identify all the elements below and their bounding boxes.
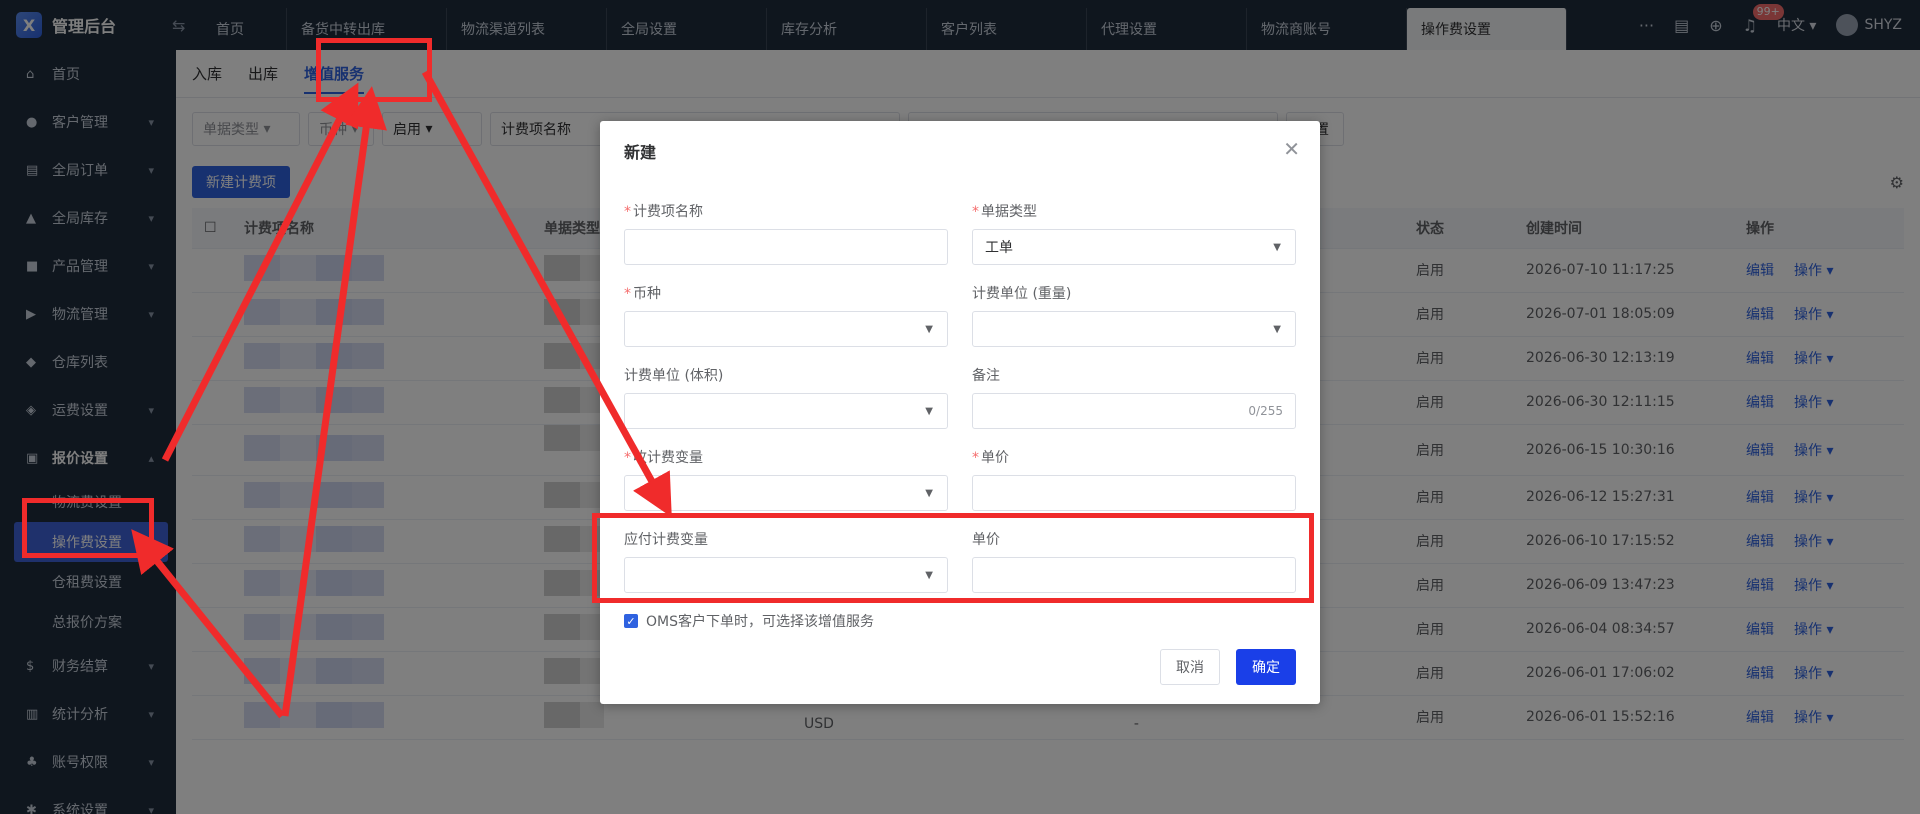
- doc-type-label-text: 单据类型: [981, 204, 1037, 220]
- volume-unit-field: 计费单位 (体积) ▼: [624, 365, 948, 429]
- receivable-var-label: * 收计费变量: [624, 447, 948, 467]
- checkbox-checked-icon[interactable]: ✓: [624, 614, 638, 628]
- receivable-var-label-text: 收计费变量: [633, 450, 703, 466]
- doc-type-select[interactable]: 工单 ▼: [972, 229, 1296, 265]
- oms-checkbox-label: OMS客户下单时，可选择该增值服务: [646, 614, 874, 630]
- fee-name-label-text: 计费项名称: [633, 204, 703, 220]
- oms-selectable-checkbox-row[interactable]: ✓ OMS客户下单时，可选择该增值服务: [624, 611, 874, 631]
- highlight-box-payable-row: [592, 513, 1314, 603]
- remark-label: 备注: [972, 368, 1000, 384]
- confirm-button[interactable]: 确定: [1236, 649, 1296, 685]
- doc-type-value: 工单: [985, 240, 1013, 256]
- char-counter: 0/255: [1248, 404, 1283, 418]
- receivable-price-label-text: 单价: [981, 450, 1009, 466]
- chevron-down-icon: ▼: [1273, 323, 1281, 335]
- chevron-down-icon: ▼: [925, 405, 933, 417]
- receivable-var-field: * 收计费变量 ▼: [624, 447, 948, 511]
- volume-unit-label: 计费单位 (体积): [624, 368, 724, 384]
- remark-field: 备注 0/255: [972, 365, 1296, 429]
- weight-unit-field: 计费单位 (重量) ▼: [972, 283, 1296, 347]
- receivable-price-label: * 单价: [972, 447, 1296, 467]
- required-mark: *: [972, 204, 979, 220]
- required-mark: *: [624, 286, 631, 302]
- required-mark: *: [624, 450, 631, 466]
- new-fee-item-dialog: 新建 ✕ * 计费项名称 * 单据类型 工单 ▼ * 币种 ▼ 计费单位 (重量) ▼ …: [600, 121, 1320, 704]
- weight-unit-select[interactable]: ▼: [972, 311, 1296, 347]
- highlight-box-operation-fee-menu: [22, 498, 154, 558]
- cancel-button[interactable]: 取消: [1160, 649, 1220, 685]
- currency-label: * 币种: [624, 283, 948, 303]
- doc-type-label: * 单据类型: [972, 201, 1296, 221]
- fee-name-field: * 计费项名称: [624, 201, 948, 265]
- currency-label-text: 币种: [633, 286, 661, 302]
- currency-field: * 币种 ▼: [624, 283, 948, 347]
- chevron-down-icon: ▼: [1273, 241, 1281, 253]
- required-mark: *: [972, 450, 979, 466]
- highlight-box-value-added-tab: [316, 38, 432, 102]
- required-mark: *: [624, 204, 631, 220]
- close-icon[interactable]: ✕: [1283, 137, 1300, 161]
- receivable-price-field: * 单价: [972, 447, 1296, 511]
- dialog-title: 新建: [624, 143, 657, 162]
- weight-unit-label: 计费单位 (重量): [972, 286, 1072, 302]
- fee-name-label: * 计费项名称: [624, 201, 948, 221]
- chevron-down-icon: ▼: [925, 323, 933, 335]
- remark-input[interactable]: 0/255: [972, 393, 1296, 429]
- receivable-var-select[interactable]: ▼: [624, 475, 948, 511]
- volume-unit-select[interactable]: ▼: [624, 393, 948, 429]
- chevron-down-icon: ▼: [925, 487, 933, 499]
- currency-select[interactable]: ▼: [624, 311, 948, 347]
- receivable-price-input[interactable]: [972, 475, 1296, 511]
- doc-type-field: * 单据类型 工单 ▼: [972, 201, 1296, 265]
- fee-name-input[interactable]: [624, 229, 948, 265]
